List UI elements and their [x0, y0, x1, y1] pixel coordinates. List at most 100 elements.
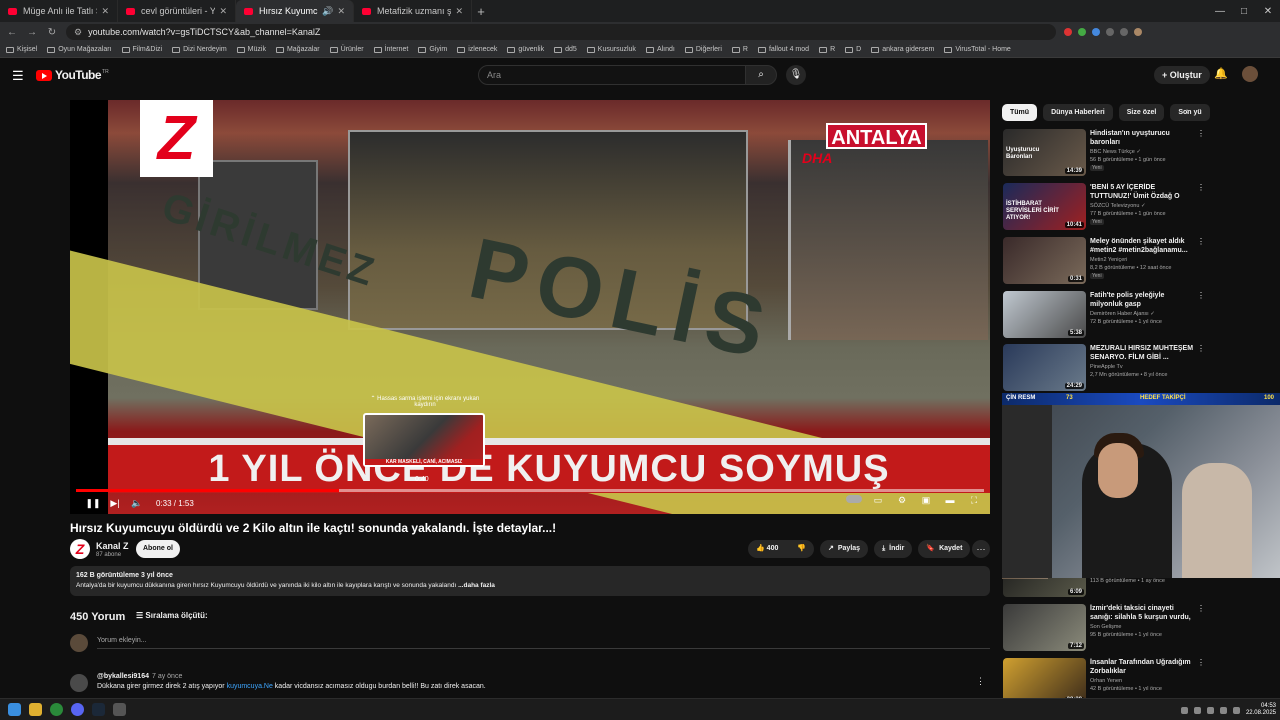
video-title[interactable]: İnsanlar Tarafından Uğradığım Zorbalıkla… [1090, 658, 1195, 676]
bookmark-item[interactable]: dd5 [554, 46, 577, 53]
bookmark-item[interactable]: Film&Dizi [121, 46, 162, 53]
bookmark-item[interactable]: R [731, 46, 748, 53]
volume-tray-icon[interactable] [1232, 706, 1240, 714]
file-explorer-icon[interactable] [29, 703, 42, 716]
browser-tab-3[interactable]: Hırsız Kuyumcuyu öldürdü 🔊 ✕ [236, 0, 354, 22]
bookmark-item[interactable]: Kusursuzluk [586, 46, 636, 53]
search-input[interactable]: Ara [478, 65, 746, 85]
video-thumbnail[interactable]: 5:38 [1003, 291, 1086, 338]
steam-icon[interactable] [92, 703, 105, 716]
bookmark-item[interactable]: Giyim [418, 46, 447, 53]
add-comment-input[interactable]: Yorum ekleyin... [97, 637, 990, 649]
share-button[interactable]: ↗ Paylaş [820, 540, 869, 558]
tray-icon[interactable] [1180, 706, 1188, 714]
description-box[interactable]: 162 B görüntüleme 3 yıl önce Antalya'da … [70, 566, 990, 596]
bookmark-item[interactable]: Ürünler [329, 46, 364, 53]
video-menu-icon[interactable]: ⋮ [1197, 344, 1205, 353]
extension-icon[interactable] [1064, 28, 1072, 36]
download-button[interactable]: ⤓ İndir [874, 540, 913, 558]
theater-mode-icon[interactable]: ▬ [942, 495, 958, 506]
video-menu-icon[interactable]: ⋮ [1197, 183, 1205, 192]
minimize-icon[interactable]: — [1208, 6, 1232, 17]
bookmark-item[interactable]: R [819, 46, 835, 53]
video-title[interactable]: MEZURALI HIRSIZ MUHTEŞEM SENARYO. FİLM G… [1090, 344, 1195, 362]
windows-start-icon[interactable] [8, 703, 21, 716]
network-icon[interactable] [1219, 706, 1227, 714]
recommended-video[interactable]: 7:12 İzmir'deki taksici cinayeti sanığı: … [1003, 604, 1205, 652]
video-thumbnail[interactable]: 24:29 [1003, 344, 1086, 391]
channel-name[interactable]: Metin2 Yeniçeri [1090, 257, 1127, 263]
fullscreen-icon[interactable]: ⛶ [966, 495, 982, 506]
bookmark-item[interactable]: izlenecek [457, 46, 497, 53]
dislike-button[interactable]: 👎 [797, 540, 806, 558]
address-bar[interactable]: ⚙ youtube.com/watch?v=gsTiDCTSCY&ab_chan… [66, 24, 1056, 40]
profile-icon[interactable] [1134, 28, 1142, 36]
subtitles-icon[interactable]: ▭ [870, 495, 886, 506]
bookmark-item[interactable]: Kişisel [6, 46, 37, 53]
recommended-video[interactable]: 0:31 Meley önünden şikayet aldık #metin2 … [1003, 237, 1205, 285]
bookmark-item[interactable]: İnternet [373, 46, 408, 53]
browser-tab-4[interactable]: Metafizik uzmanı şaşkınlığını gi✕ [354, 0, 472, 22]
voice-search-button[interactable]: 🎙 [786, 65, 806, 85]
channel-avatar[interactable]: Z [70, 539, 90, 559]
menu-icon[interactable]: ☰ [12, 68, 24, 84]
channel-name[interactable]: Kanal Z [96, 541, 129, 551]
video-menu-icon[interactable]: ⋮ [1197, 658, 1205, 667]
video-menu-icon[interactable]: ⋮ [1197, 604, 1205, 613]
pause-icon[interactable]: ❚❚ [82, 498, 104, 509]
bookmark-item[interactable]: VirusTotal - Home [944, 46, 1011, 53]
tray-icon[interactable] [1193, 706, 1201, 714]
bookmark-item[interactable]: Müzik [236, 46, 266, 53]
video-thumbnail[interactable]: 7:12 [1003, 604, 1086, 651]
video-menu-icon[interactable]: ⋮ [1197, 129, 1205, 138]
recommended-video[interactable]: 24:29 MEZURALI HIRSIZ MUHTEŞEM SENARYO. F… [1003, 344, 1205, 392]
channel-name[interactable]: Orhan Yenen [1090, 678, 1122, 684]
video-menu-icon[interactable]: ⋮ [1197, 237, 1205, 246]
comment-avatar[interactable] [70, 674, 88, 692]
subscribe-button[interactable]: Abone ol [136, 540, 180, 558]
system-clock[interactable]: 04:53 22.08.2025 [1246, 703, 1276, 717]
forward-icon[interactable]: → [24, 27, 40, 38]
close-tab-icon[interactable]: ✕ [219, 6, 227, 17]
video-title[interactable]: İzmir'deki taksici cinayeti sanığı: sila… [1090, 604, 1195, 622]
notifications-icon[interactable]: 🔔 [1214, 67, 1228, 80]
audio-icon[interactable]: 🔊 [322, 6, 333, 17]
bookmark-item[interactable]: Dizi Nerdeyim [172, 46, 227, 53]
video-player[interactable]: GİRİLMEZ POLİS Z ANTALYA DHA 1 YIL ÖNCE … [70, 100, 990, 514]
browser-tab-1[interactable]: Müge Anlı ile Tatlı Sert - YouTube ✕ [0, 0, 118, 22]
video-menu-icon[interactable]: ⋮ [1197, 291, 1205, 300]
video-thumbnail[interactable]: Uyuşturucu Baronları 14:39 [1003, 129, 1086, 176]
discord-icon[interactable] [71, 703, 84, 716]
progress-bar[interactable] [76, 489, 984, 492]
extension-icon[interactable] [1106, 28, 1114, 36]
sort-comments-button[interactable]: ☰ Sıralama ölçütü: [136, 611, 208, 620]
close-tab-icon[interactable]: ✕ [337, 6, 345, 17]
comment-author[interactable]: @bykallesi9164 7 ay önce [97, 673, 182, 680]
close-tab-icon[interactable]: ✕ [455, 6, 463, 17]
bookmark-item[interactable]: Diğerleri [684, 46, 722, 53]
extension-icon[interactable] [1120, 28, 1128, 36]
account-avatar[interactable] [1242, 66, 1258, 82]
recommended-video[interactable]: İSTİHBARAT SERVİSLERİ CİRİT ATIYOR! 10:41… [1003, 183, 1205, 231]
chrome-icon[interactable] [50, 703, 63, 716]
miniplayer-icon[interactable]: ▣ [918, 495, 934, 506]
app-icon[interactable] [113, 703, 126, 716]
chip-recent[interactable]: Son yü [1170, 104, 1210, 121]
chip-all[interactable]: Tümü [1002, 104, 1038, 121]
maximize-icon[interactable]: □ [1232, 6, 1256, 17]
bookmark-item[interactable]: D [845, 46, 861, 53]
extension-icon[interactable] [1092, 28, 1100, 36]
extension-icon[interactable] [1078, 28, 1086, 36]
autoplay-toggle[interactable] [846, 495, 862, 506]
more-actions-button[interactable]: ⋯ [972, 540, 990, 558]
create-button[interactable]: + Oluştur [1154, 66, 1210, 84]
tray-icon[interactable] [1206, 706, 1214, 714]
video-thumbnail[interactable]: 0:31 [1003, 237, 1086, 284]
back-icon[interactable]: ← [4, 27, 20, 38]
site-info-icon[interactable]: ⚙ [74, 27, 82, 38]
comment-link[interactable]: kuyumcuya.Ne [227, 683, 273, 690]
close-window-icon[interactable]: ✕ [1256, 6, 1280, 17]
bookmark-item[interactable]: Alındı [645, 46, 675, 53]
close-tab-icon[interactable]: ✕ [101, 6, 109, 17]
settings-icon[interactable]: ⚙ [894, 495, 910, 506]
